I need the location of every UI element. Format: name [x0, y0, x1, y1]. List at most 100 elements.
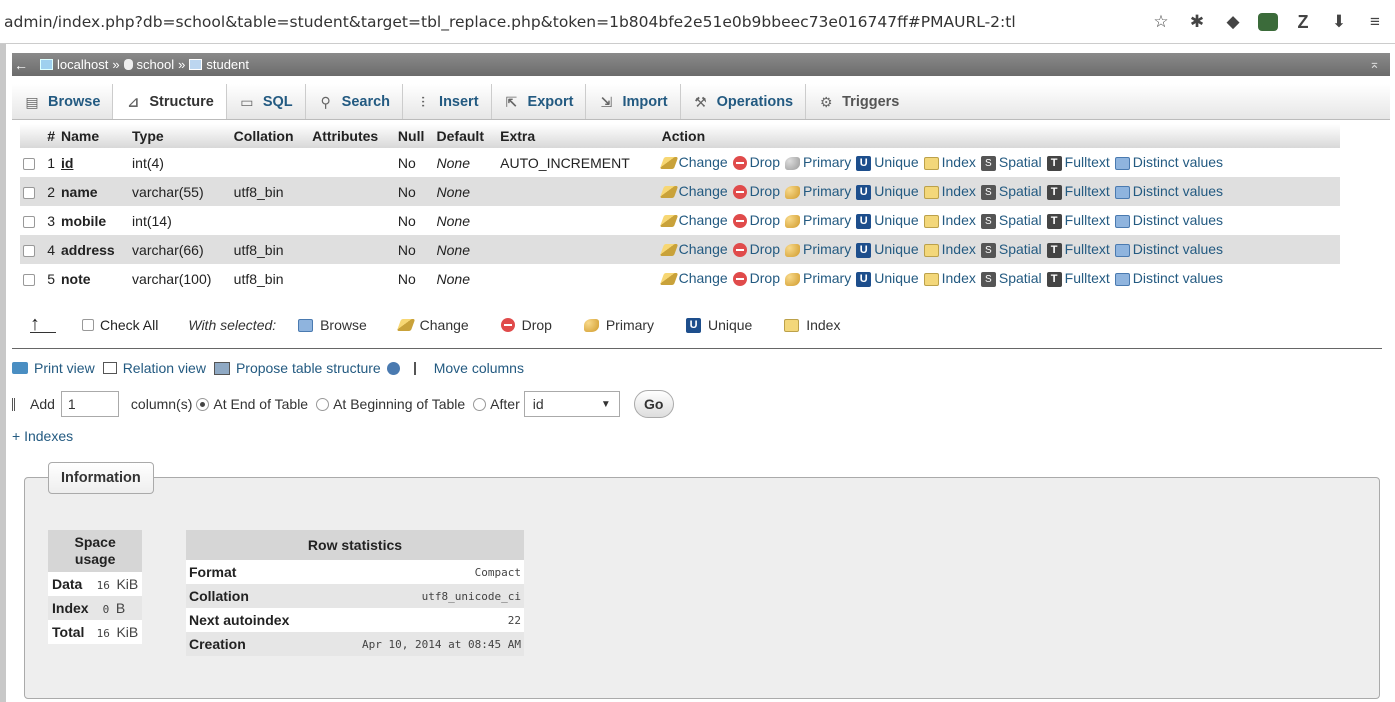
spatial-action[interactable]: S Spatial — [980, 212, 1042, 229]
drop-action[interactable]: Drop — [732, 241, 780, 258]
breadcrumb-database[interactable]: school » — [120, 57, 185, 72]
tab-operations[interactable]: ⚒ Operations — [681, 84, 807, 119]
editor-extension-icon[interactable] — [1258, 13, 1278, 31]
distinct-action[interactable]: Distinct values — [1114, 270, 1223, 286]
bulk-index-button[interactable]: Index — [784, 317, 840, 333]
address-bar[interactable]: admin/index.php?db=school&table=student&… — [4, 8, 1144, 36]
tab-insert[interactable]: ⫶ Insert — [403, 84, 492, 119]
breadcrumb-database-label[interactable]: school — [137, 57, 175, 72]
distinct-action[interactable]: Distinct values — [1114, 241, 1223, 257]
bulk-primary-button[interactable]: Primary — [583, 317, 654, 333]
help-icon[interactable] — [386, 361, 400, 375]
row-checkbox[interactable] — [23, 157, 35, 170]
menu-icon[interactable]: ≡ — [1364, 11, 1386, 33]
primary-action[interactable]: Primary — [785, 212, 851, 228]
tab-search[interactable]: ⚲ Search — [306, 84, 404, 119]
column-extra — [497, 264, 659, 293]
propose-structure-link[interactable]: Propose table structure — [213, 360, 400, 376]
primary-action[interactable]: Primary — [785, 183, 851, 199]
go-button[interactable]: Go — [633, 390, 674, 418]
fulltext-action[interactable]: T Fulltext — [1046, 183, 1110, 200]
row-checkbox[interactable] — [23, 215, 35, 228]
bulk-index-label: Index — [806, 317, 841, 333]
fulltext-action[interactable]: T Fulltext — [1046, 270, 1110, 287]
print-view-label[interactable]: Print view — [34, 360, 95, 376]
primary-action[interactable]: Primary — [785, 241, 851, 257]
row-checkbox[interactable] — [23, 273, 35, 286]
tab-browse[interactable]: ▤ Browse — [12, 84, 114, 119]
unique-action[interactable]: U Unique — [856, 212, 919, 229]
row-checkbox[interactable] — [23, 244, 35, 257]
relation-view-label[interactable]: Relation view — [123, 360, 206, 376]
tab-structure[interactable]: ⊿ Structure — [113, 84, 227, 119]
after-field-select[interactable]: id ▼ — [523, 391, 620, 417]
spatial-action[interactable]: S Spatial — [980, 241, 1042, 258]
print-view-link[interactable]: Print view — [12, 360, 95, 376]
move-columns-label[interactable]: Move columns — [434, 360, 524, 376]
fulltext-action[interactable]: T Fulltext — [1046, 241, 1110, 258]
distinct-action[interactable]: Distinct values — [1114, 183, 1223, 199]
at-end-label[interactable]: At End of Table — [213, 396, 308, 412]
after-radio[interactable] — [473, 397, 487, 411]
unique-action[interactable]: U Unique — [856, 183, 919, 200]
distinct-action[interactable]: Distinct values — [1114, 154, 1223, 170]
unique-action[interactable]: U Unique — [856, 154, 919, 171]
spatial-action[interactable]: S Spatial — [980, 154, 1042, 171]
bulk-drop-button[interactable]: Drop — [500, 317, 552, 333]
tab-triggers[interactable]: ⚙ Triggers — [806, 84, 911, 119]
primary-action[interactable]: Primary — [785, 154, 851, 170]
bug-extension-icon[interactable]: ✱ — [1186, 11, 1208, 33]
tab-export[interactable]: ⇱ Export — [492, 84, 587, 119]
breadcrumb-table-label[interactable]: student — [206, 57, 249, 72]
change-action[interactable]: Change — [659, 183, 728, 199]
star-icon[interactable]: ☆ — [1150, 11, 1172, 33]
drop-action[interactable]: Drop — [732, 183, 780, 200]
check-all-checkbox[interactable] — [82, 319, 94, 331]
index-action[interactable]: Index — [923, 241, 976, 257]
shield-extension-icon[interactable]: ◆ — [1222, 11, 1244, 33]
breadcrumb-table[interactable]: student — [185, 57, 249, 72]
at-end-radio[interactable] — [196, 397, 210, 411]
breadcrumb-server-label[interactable]: localhost — [57, 57, 108, 72]
tab-import[interactable]: ⇲ Import — [586, 84, 681, 119]
drop-action[interactable]: Drop — [732, 154, 780, 171]
spatial-action[interactable]: S Spatial — [980, 270, 1042, 287]
after-label[interactable]: After — [490, 396, 520, 412]
index-action[interactable]: Index — [923, 212, 976, 228]
column-name[interactable]: id — [58, 148, 130, 177]
propose-structure-label[interactable]: Propose table structure — [236, 360, 381, 376]
back-arrow-icon[interactable]: ← — [12, 57, 30, 73]
zotero-extension-icon[interactable]: Z — [1292, 11, 1314, 33]
fulltext-action[interactable]: T Fulltext — [1046, 212, 1110, 229]
drop-action[interactable]: Drop — [732, 212, 780, 229]
download-extension-icon[interactable]: ⬇ — [1328, 11, 1350, 33]
at-beginning-label[interactable]: At Beginning of Table — [333, 396, 465, 412]
bulk-unique-button[interactable]: U Unique — [686, 317, 752, 333]
collapse-icon[interactable]: ⌅ — [1369, 56, 1380, 72]
relation-view-link[interactable]: Relation view — [102, 360, 206, 376]
index-action[interactable]: Index — [923, 183, 976, 199]
column-count-input[interactable]: 1 — [60, 391, 119, 417]
change-action[interactable]: Change — [659, 270, 728, 286]
move-columns-link[interactable]: Move columns — [413, 360, 524, 376]
tab-sql[interactable]: ▭ SQL — [227, 84, 306, 119]
primary-action[interactable]: Primary — [785, 270, 851, 286]
change-action[interactable]: Change — [659, 241, 728, 257]
distinct-action[interactable]: Distinct values — [1114, 212, 1223, 228]
unique-action[interactable]: U Unique — [856, 241, 919, 258]
bulk-change-button[interactable]: Change — [396, 317, 469, 333]
drop-action[interactable]: Drop — [732, 270, 780, 287]
spatial-action[interactable]: S Spatial — [980, 183, 1042, 200]
at-beginning-radio[interactable] — [316, 397, 330, 411]
bulk-browse-button[interactable]: Browse — [298, 317, 367, 333]
index-action[interactable]: Index — [923, 270, 976, 286]
breadcrumb-server[interactable]: localhost » — [30, 57, 120, 72]
index-action[interactable]: Index — [923, 154, 976, 170]
row-checkbox[interactable] — [23, 186, 35, 199]
check-all-label[interactable]: Check All — [100, 317, 158, 333]
fulltext-action[interactable]: T Fulltext — [1046, 154, 1110, 171]
indexes-toggle-link[interactable]: + Indexes — [12, 428, 73, 444]
change-action[interactable]: Change — [659, 154, 728, 170]
change-action[interactable]: Change — [659, 212, 728, 228]
unique-action[interactable]: U Unique — [856, 270, 919, 287]
